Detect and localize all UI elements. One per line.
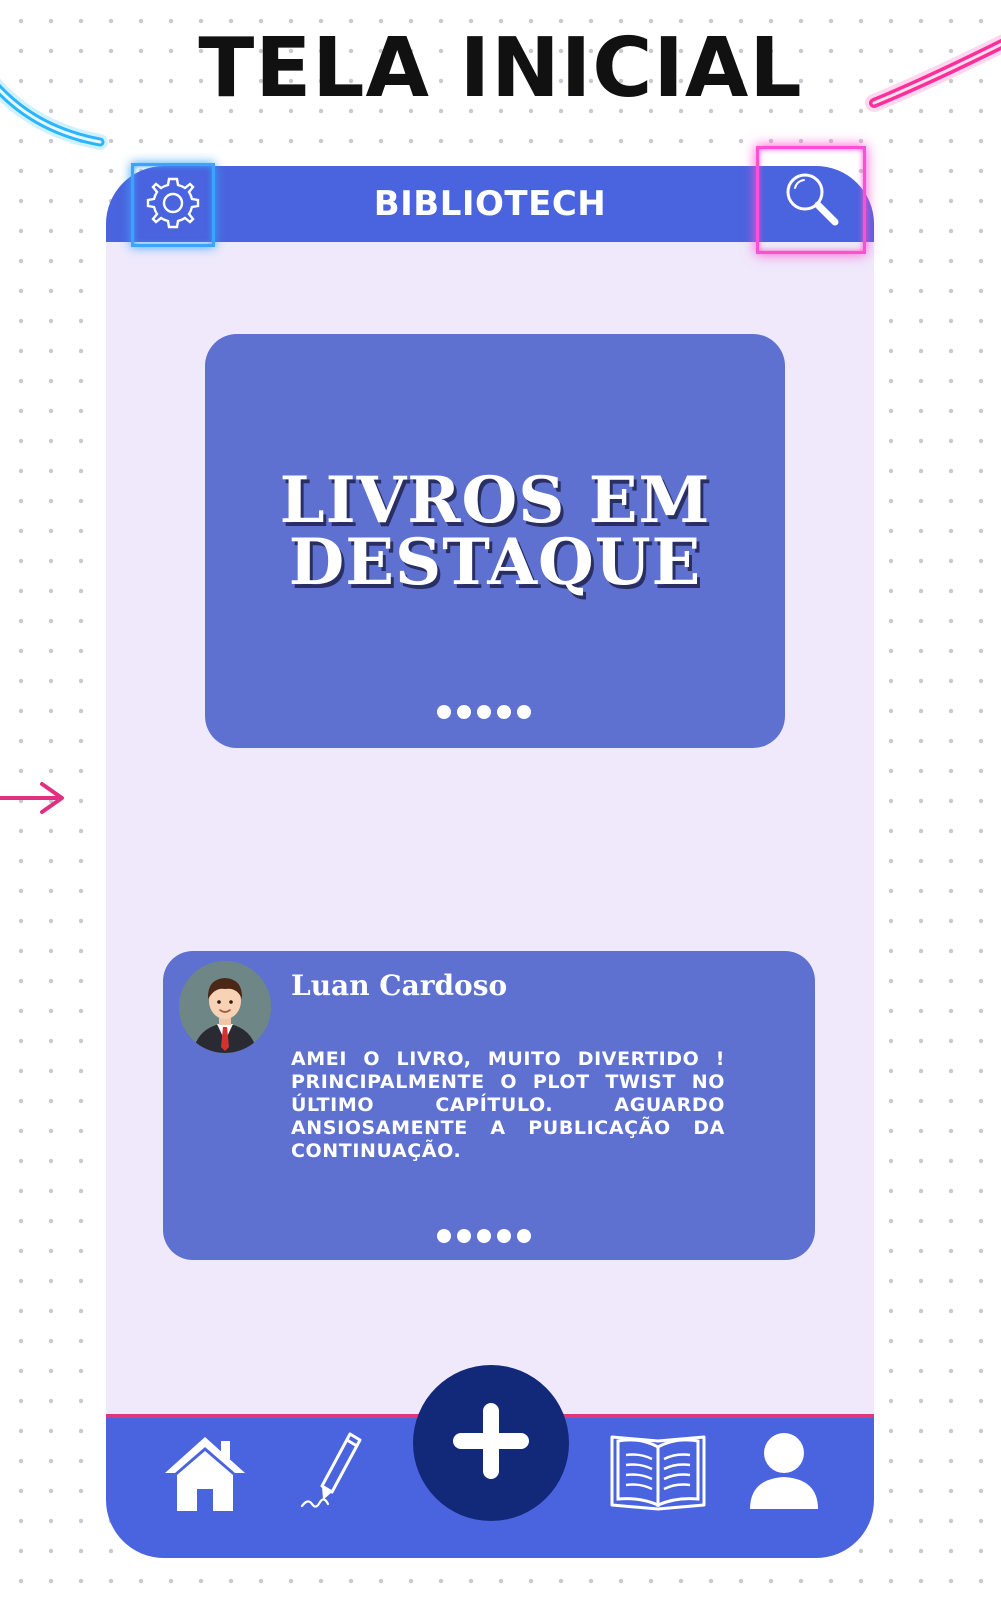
pen-icon [298,1428,374,1518]
user-icon [746,1429,822,1517]
nav-write[interactable] [296,1428,376,1518]
nav-library[interactable] [606,1430,710,1516]
featured-pagination-dots[interactable] [437,705,531,719]
featured-books-carousel[interactable]: LIVROS EM DESTAQUE [205,334,785,748]
page-title: TELA INICIAL [198,21,803,116]
arrow-icon [0,778,70,818]
pagination-dot[interactable] [477,705,491,719]
review-pagination-dots[interactable] [437,1229,531,1243]
home-icon [163,1433,247,1517]
pagination-dot[interactable] [497,1229,511,1243]
plus-icon [449,1399,533,1487]
pagination-dot[interactable] [497,705,511,719]
pagination-dot[interactable] [457,705,471,719]
featured-title-line1: LIVROS EM [279,463,711,538]
add-button[interactable] [413,1365,569,1521]
search-button[interactable] [756,146,866,254]
book-icon [608,1431,708,1515]
pagination-dot[interactable] [457,1229,471,1243]
neon-stroke-pink [860,10,1001,120]
settings-button[interactable] [131,163,215,247]
nav-profile[interactable] [742,1428,826,1518]
featured-title: LIVROS EM DESTAQUE [205,463,785,600]
search-icon [781,168,841,232]
pagination-dot[interactable] [517,1229,531,1243]
pagination-dot[interactable] [477,1229,491,1243]
review-text: AMEI O LIVRO, MUITO DIVERTIDO ! PRINCIPA… [291,1048,725,1162]
review-card[interactable]: Luan Cardoso AMEI O LIVRO, MUITO DIVERTI… [163,951,815,1260]
neon-stroke-blue [0,60,120,160]
reviewer-name[interactable]: Luan Cardoso [291,969,507,1002]
pagination-dot[interactable] [437,705,451,719]
gear-icon [145,175,201,235]
featured-title-line2: DESTAQUE [288,525,702,600]
user-avatar[interactable] [179,961,271,1053]
pagination-dot[interactable] [517,705,531,719]
phone-screen: BIBLIOTECH LIVROS EM DESTAQUE Luan Cardo… [106,166,874,1558]
nav-home[interactable] [160,1430,250,1520]
pagination-dot[interactable] [437,1229,451,1243]
